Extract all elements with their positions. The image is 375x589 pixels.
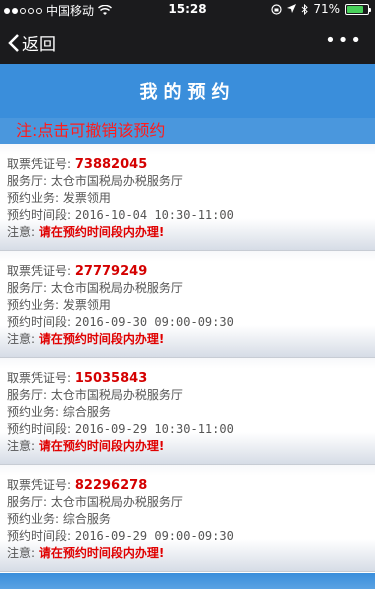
cancel-hint: 注:点击可撤销该预约 [0,118,375,144]
business-label: 预约业务: [7,191,60,205]
business-value: 综合服务 [62,512,111,526]
note-label: 注意: [7,439,36,453]
business-label: 预约业务: [7,405,60,419]
reservation-card[interactable]: 取票凭证号: 82296278 服务厅: 太仓市国税局办税服务厅 预约业务: 综… [0,465,375,572]
battery-percent: 71% [313,2,340,16]
reservation-card[interactable]: 取票凭证号: 27779249 服务厅: 太仓市国税局办税服务厅 预约业务: 发… [0,251,375,358]
ticket-number: 15035843 [74,371,148,386]
note-label: 注意: [7,225,36,239]
status-right: 71% [271,2,371,16]
note-label: 注意: [7,546,36,560]
ticket-number: 73882045 [74,157,148,172]
time-slot-value: 2016-09-29 10:30-11:00 [74,422,234,436]
note-value: 请在预约时间段内办理! [38,546,165,560]
hall-label: 服务厅: [7,174,48,188]
time-label: 预约时间段: [7,315,72,329]
ticket-label: 取票凭证号: [7,371,72,385]
battery-icon [345,3,371,15]
reservation-card[interactable]: 取票凭证号: 73882045 服务厅: 太仓市国税局办税服务厅 预约业务: 发… [0,144,375,251]
ticket-label: 取票凭证号: [7,478,72,492]
navigation-bar: 返回 ••• [0,20,375,64]
ticket-label: 取票凭证号: [7,264,72,278]
back-label: 返回 [22,35,56,55]
back-button[interactable]: 返回 [8,30,56,55]
time-label: 预约时间段: [7,208,72,222]
time-slot-value: 2016-10-04 10:30-11:00 [74,208,234,222]
status-bar: 中国移动 15:28 71% [0,0,375,20]
bluetooth-icon [301,3,309,15]
business-value: 综合服务 [62,405,111,419]
page-title: 我的预约 [139,82,236,103]
rotation-lock-icon [271,3,282,15]
hall-value: 太仓市国税局办税服务厅 [50,281,183,295]
note-value: 请在预约时间段内办理! [38,225,165,239]
footer-bar [0,573,375,589]
time-label: 预约时间段: [7,422,72,436]
business-label: 预约业务: [7,512,60,526]
location-icon [287,4,297,13]
note-value: 请在预约时间段内办理! [38,332,165,346]
time-label: 预约时间段: [7,529,72,543]
time-slot-value: 2016-09-30 09:00-09:30 [74,315,234,329]
business-label: 预约业务: [7,298,60,312]
reservation-list: 取票凭证号: 73882045 服务厅: 太仓市国税局办税服务厅 预约业务: 发… [0,144,375,572]
ticket-label: 取票凭证号: [7,157,72,171]
chevron-left-icon [8,33,19,52]
hall-label: 服务厅: [7,281,48,295]
page-header: 我的预约 [0,64,375,118]
hall-label: 服务厅: [7,388,48,402]
ticket-number: 82296278 [74,478,148,493]
reservation-card[interactable]: 取票凭证号: 15035843 服务厅: 太仓市国税局办税服务厅 预约业务: 综… [0,358,375,465]
time-slot-value: 2016-09-29 09:00-09:30 [74,529,234,543]
business-value: 发票领用 [62,298,111,312]
note-value: 请在预约时间段内办理! [38,439,165,453]
business-value: 发票领用 [62,191,111,205]
hall-value: 太仓市国税局办税服务厅 [50,495,183,509]
hall-label: 服务厅: [7,495,48,509]
hall-value: 太仓市国税局办税服务厅 [50,174,183,188]
hall-value: 太仓市国税局办税服务厅 [50,388,183,402]
more-button[interactable]: ••• [325,30,363,51]
ticket-number: 27779249 [74,264,148,279]
note-label: 注意: [7,332,36,346]
